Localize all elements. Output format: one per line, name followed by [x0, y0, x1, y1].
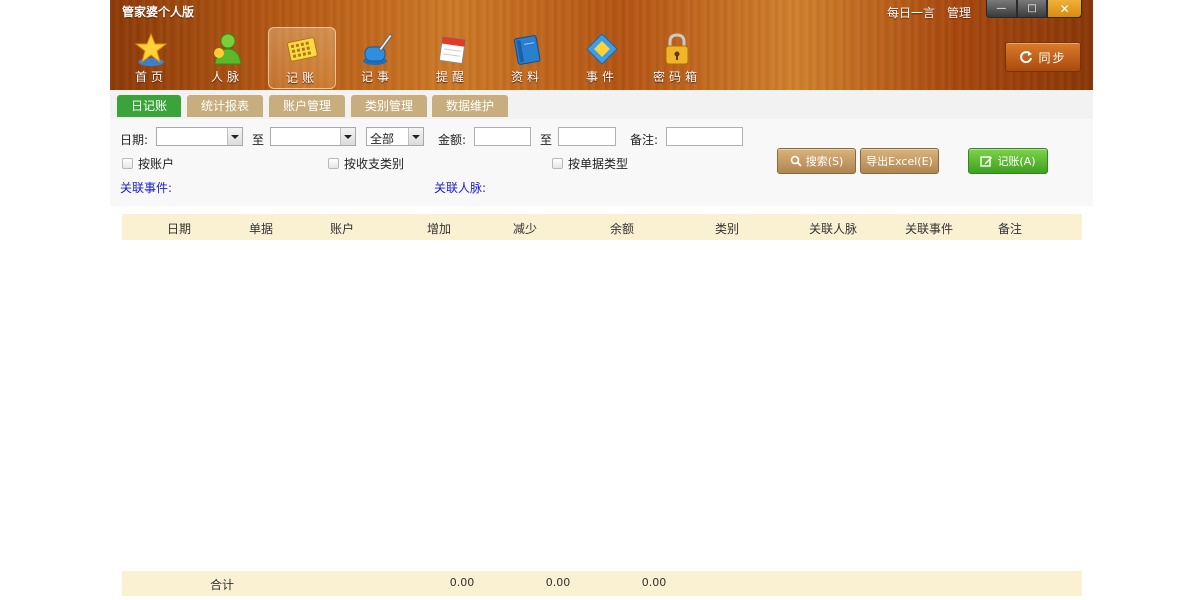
nav-label: 事件 [585, 70, 618, 84]
chevron-down-icon [227, 128, 242, 145]
search-button-label: 搜索(S) [805, 155, 844, 168]
related-event-link[interactable]: 关联事件: [120, 179, 172, 196]
column-header: 日期 [166, 222, 192, 236]
column-header: 减少 [512, 222, 538, 236]
daily-quote-link[interactable]: 每日一言 [887, 4, 935, 21]
export-button-label: 导出Excel(E) [866, 155, 933, 168]
nav-item-contacts[interactable]: 人脉 [194, 27, 260, 87]
record-button[interactable]: 记账(A) [968, 148, 1048, 174]
to-label: 至 [252, 133, 265, 147]
search-icon [790, 155, 802, 167]
nav-label: 密码箱 [652, 70, 701, 84]
total-balance: 0.00 [641, 576, 667, 589]
abacus-icon [287, 37, 318, 62]
by-doc-type-checkbox[interactable] [552, 158, 563, 169]
column-header: 备注 [997, 222, 1023, 236]
nav-item-accounting[interactable]: 记账 [268, 27, 336, 89]
column-header: 单据 [248, 222, 274, 236]
person-icon [214, 33, 242, 65]
nav-item-notes[interactable]: 记事 [344, 27, 410, 87]
book-icon [513, 35, 541, 65]
nav-item-password-box[interactable]: 密码箱 [644, 27, 710, 87]
by-category-label: 按收支类别 [344, 157, 405, 171]
filter-panel: 日期: 至 全部 金额: 至 备注: 按账户 按收支类别 按单据类型 关联事件:… [110, 119, 1093, 206]
app-window: 管家婆个人版 每日一言 管理 — □ ✕ 首页 人脉 记账 记事 提醒 资料 事… [110, 0, 1093, 600]
lock-icon [665, 33, 689, 65]
tab-account-management[interactable]: 账户管理 [269, 95, 345, 117]
export-excel-button[interactable]: 导出Excel(E) [860, 148, 939, 174]
tab-category-management[interactable]: 类别管理 [351, 95, 427, 117]
chevron-down-icon [340, 128, 355, 145]
window-controls: — □ ✕ [986, 0, 1082, 18]
diamond-icon [586, 33, 618, 65]
date-label: 日期: [120, 133, 149, 147]
tab-bar: 日记账 统计报表 账户管理 类别管理 数据维护 [110, 90, 1093, 119]
amount-label: 金额: [438, 133, 467, 147]
nav-label: 提醒 [435, 70, 468, 84]
note-label: 备注: [630, 133, 659, 147]
by-account-label: 按账户 [138, 157, 175, 171]
column-header: 增加 [426, 222, 452, 236]
nav-item-reminder[interactable]: 提醒 [419, 27, 485, 87]
close-button[interactable]: ✕ [1047, 0, 1082, 18]
sync-button[interactable]: 同步 [1005, 42, 1081, 72]
nav-label: 资料 [510, 70, 543, 84]
by-category-checkbox[interactable] [328, 158, 339, 169]
chevron-down-icon [408, 128, 423, 145]
column-header: 关联事件 [904, 222, 954, 236]
amount-from-input[interactable] [474, 127, 531, 146]
nav-label: 首页 [134, 70, 167, 84]
type-select[interactable]: 全部 [366, 127, 424, 146]
type-select-value: 全部 [370, 132, 395, 146]
related-contact-link[interactable]: 关联人脉: [434, 179, 486, 196]
total-decrease: 0.00 [545, 576, 571, 589]
refresh-icon [1020, 51, 1033, 64]
header-bar: 管家婆个人版 每日一言 管理 — □ ✕ 首页 人脉 记账 记事 提醒 资料 事… [110, 0, 1093, 91]
nav-item-documents[interactable]: 资料 [494, 27, 560, 87]
calendar-icon [438, 36, 466, 65]
sync-label: 同步 [1038, 50, 1067, 65]
nav-item-events[interactable]: 事件 [569, 27, 635, 87]
tab-daily-journal[interactable]: 日记账 [117, 95, 181, 117]
date-to-select[interactable] [270, 127, 356, 146]
column-header: 类别 [714, 222, 740, 236]
date-from-select[interactable] [156, 127, 243, 146]
nav-label: 人脉 [210, 70, 243, 84]
star-icon [134, 32, 168, 66]
edit-icon [980, 155, 993, 167]
nav-label: 记账 [285, 71, 318, 85]
table-footer: 合计 0.00 0.00 0.00 [122, 571, 1082, 596]
tab-data-maintenance[interactable]: 数据维护 [432, 95, 508, 117]
total-increase: 0.00 [449, 576, 475, 589]
column-header: 账户 [329, 222, 355, 236]
by-doc-type-label: 按单据类型 [568, 157, 629, 171]
column-header: 余额 [609, 222, 635, 236]
amount-to-input[interactable] [558, 127, 616, 146]
minimize-button[interactable]: — [986, 0, 1017, 18]
manage-link[interactable]: 管理 [947, 4, 971, 21]
tab-statistics[interactable]: 统计报表 [187, 95, 263, 117]
app-title: 管家婆个人版 [122, 5, 195, 19]
nav-item-home[interactable]: 首页 [118, 27, 184, 87]
record-button-label: 记账(A) [997, 155, 1036, 168]
ink-pen-icon [363, 33, 393, 65]
table-header: 日期 单据 账户 增加 减少 余额 类别 关联人脉 关联事件 备注 [122, 214, 1082, 240]
by-account-checkbox[interactable] [122, 158, 133, 169]
column-header: 关联人脉 [808, 222, 858, 236]
maximize-button[interactable]: □ [1016, 0, 1048, 18]
nav-label: 记事 [360, 70, 393, 84]
total-label: 合计 [209, 578, 235, 592]
to-label: 至 [540, 133, 553, 147]
note-input[interactable] [666, 127, 743, 146]
table-body[interactable] [122, 240, 1082, 570]
search-button[interactable]: 搜索(S) [777, 148, 856, 174]
